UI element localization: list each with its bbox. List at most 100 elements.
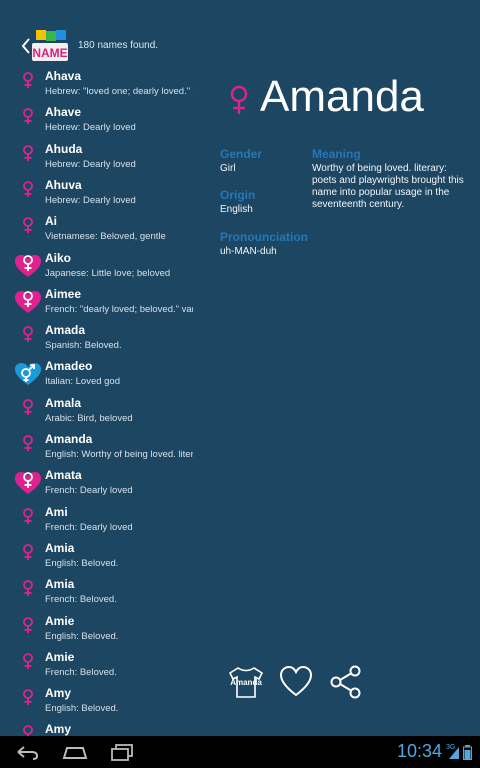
list-item[interactable]: Amia English: Beloved. <box>0 538 196 574</box>
top-bar: NAME 180 names found. <box>0 28 210 66</box>
female-symbol-icon <box>14 217 42 241</box>
female-symbol-icon <box>14 507 42 532</box>
female-heart-icon <box>14 471 42 495</box>
nav-back-icon[interactable] <box>14 742 40 762</box>
female-symbol-icon <box>14 108 42 132</box>
pronunciation-label: Pronounciation <box>220 230 308 244</box>
list-item-name: Ahava <box>45 69 82 83</box>
nav-home-icon[interactable] <box>60 742 90 762</box>
list-item[interactable]: Amada Spanish: Beloved. <box>0 320 196 356</box>
share-icon <box>330 665 361 699</box>
detail-name-title: Amanda <box>260 72 424 121</box>
list-item-name: Amie <box>45 649 75 664</box>
female-heart-icon <box>14 290 42 314</box>
list-item-name: Amie <box>45 613 75 628</box>
list-item[interactable]: Amia French: Beloved. <box>0 574 196 610</box>
list-item-name: Amadeo <box>45 359 93 374</box>
system-nav-bar: 10:34 3G <box>0 736 480 768</box>
list-item-name: Amia <box>45 540 75 555</box>
name-list[interactable]: Ahava Hebrew: "loved one; dearly loved." … <box>0 66 196 736</box>
list-item[interactable]: Amata French: Dearly loved <box>0 465 196 501</box>
heart-icon <box>279 665 313 697</box>
list-item-meaning: French: Beloved. <box>45 666 117 678</box>
nav-recents-icon[interactable] <box>108 742 136 762</box>
app-logo-icon[interactable]: NAME <box>30 30 70 64</box>
list-item-meaning: Hebrew: Dearly loved <box>45 122 136 134</box>
female-symbol-icon <box>230 85 248 114</box>
tshirt-name-text: Amanda <box>230 678 262 687</box>
list-item[interactable]: Ahava Hebrew: "loved one; dearly loved." … <box>0 66 196 102</box>
list-item-name: Amala <box>45 395 82 410</box>
list-item-name: Amy <box>45 722 72 736</box>
battery-icon <box>463 745 472 760</box>
female-symbol-icon <box>14 616 42 641</box>
names-found-count: 180 names found. <box>78 40 159 51</box>
share-button[interactable] <box>328 664 364 700</box>
gender-value: Girl <box>220 163 236 174</box>
list-item-meaning: French: "dearly loved; beloved." vari <box>45 303 193 315</box>
list-item[interactable]: Ami French: Dearly loved <box>0 502 196 538</box>
list-item-name: Amanda <box>45 432 93 446</box>
list-item-meaning: English: Worthy of being loved. liter <box>45 449 193 460</box>
list-item-meaning: English: Beloved. <box>45 557 119 569</box>
list-item[interactable]: Amala Arabic: Bird, beloved <box>0 393 196 429</box>
list-item-meaning: French: Dearly loved <box>45 485 133 497</box>
female-symbol-icon <box>14 180 42 205</box>
meaning-label: Meaning <box>312 147 361 161</box>
list-item-meaning: Hebrew: Dearly loved <box>45 158 136 170</box>
list-item-name: Ahave <box>45 105 82 120</box>
list-item[interactable]: Ai Vietnamese: Beloved, gentle <box>0 211 196 247</box>
list-item-meaning: English: Beloved. <box>45 630 119 642</box>
female-symbol-icon <box>14 652 42 677</box>
meaning-value: Worthy of being loved. literary: poets a… <box>312 163 464 210</box>
list-item[interactable]: Ahuda Hebrew: Dearly loved <box>0 139 196 175</box>
list-item-meaning: Italian: Loved god <box>45 376 121 388</box>
origin-value: English <box>220 204 253 215</box>
list-item[interactable]: Ahave Hebrew: Dearly loved <box>0 102 196 138</box>
favorite-button[interactable] <box>278 664 314 700</box>
list-item-meaning: Hebrew: "loved one; dearly loved." v <box>45 86 193 97</box>
list-item-meaning: French: Dearly loved <box>45 521 133 533</box>
female-symbol-icon <box>14 326 42 350</box>
female-symbol-icon <box>14 543 42 568</box>
list-item[interactable]: Aimee French: "dearly loved; beloved." va… <box>0 284 196 320</box>
list-item[interactable]: Amy <box>0 719 196 736</box>
list-item-name: Amia <box>45 577 75 592</box>
female-symbol-icon <box>14 725 42 736</box>
female-heart-icon <box>14 254 42 278</box>
female-symbol-icon <box>14 398 42 423</box>
list-item-name: Ahuva <box>45 177 82 192</box>
list-item[interactable]: Amadeo Italian: Loved god <box>0 356 196 392</box>
female-symbol-icon <box>14 689 42 713</box>
signal-icon <box>449 747 459 759</box>
list-item-meaning: Japanese: Little love; beloved <box>45 267 171 279</box>
list-item[interactable]: Ahuva Hebrew: Dearly loved <box>0 175 196 211</box>
list-item-name: Ahuda <box>45 141 83 156</box>
list-item[interactable]: Amie French: Beloved. <box>0 647 196 683</box>
status-clock: 10:34 <box>396 741 442 761</box>
list-item-name: Aiko <box>45 250 72 265</box>
list-item-name: Amy <box>45 686 72 701</box>
list-item-meaning: Hebrew: Dearly loved <box>45 194 136 206</box>
list-item-meaning: Vietnamese: Beloved, gentle <box>45 231 166 243</box>
list-item-name: Ami <box>45 504 68 519</box>
list-item[interactable]: Amy English: Beloved. <box>0 683 196 719</box>
list-item-name: Ai <box>45 214 57 229</box>
list-item[interactable]: Amanda English: Worthy of being loved. li… <box>0 429 196 465</box>
pronunciation-value: uh-MAN-duh <box>220 246 277 257</box>
list-item[interactable]: Amie English: Beloved. <box>0 611 196 647</box>
list-item[interactable]: Aiko Japanese: Little love; beloved <box>0 248 196 284</box>
female-symbol-icon <box>14 72 42 96</box>
female-symbol-icon <box>14 580 42 604</box>
gender-label: Gender <box>220 147 263 161</box>
female-symbol-icon <box>14 435 42 459</box>
unisex-heart-icon <box>14 362 42 386</box>
list-item-name: Aimee <box>45 286 82 301</box>
list-item-name: Amada <box>45 323 86 338</box>
female-symbol-icon <box>14 144 42 169</box>
list-item-meaning: English: Beloved. <box>45 703 119 715</box>
list-item-meaning: Spanish: Beloved. <box>45 340 122 352</box>
origin-label: Origin <box>220 188 256 202</box>
tshirt-button[interactable]: Amanda <box>226 664 266 700</box>
list-item-meaning: French: Beloved. <box>45 594 117 606</box>
